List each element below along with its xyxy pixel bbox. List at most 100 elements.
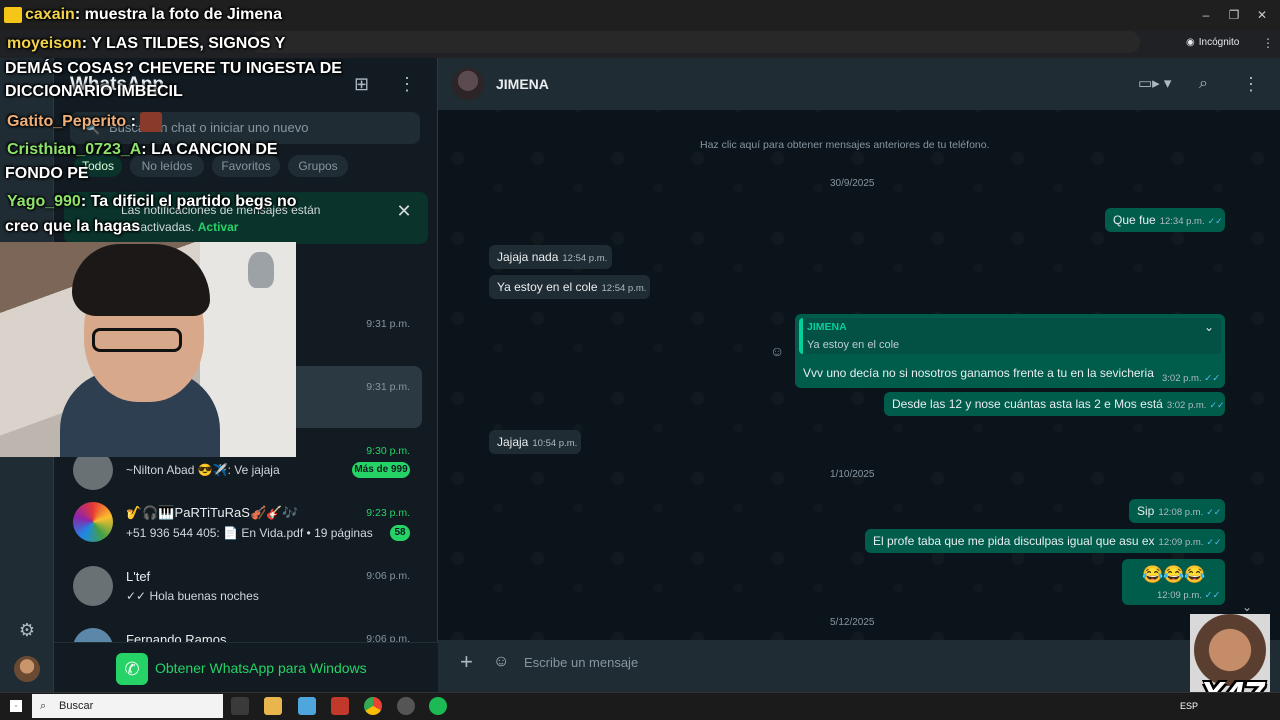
message-bubble-outgoing[interactable]: El profe taba que me pida disculpas igua… <box>865 529 1225 553</box>
stream-chat-line: caxain: muestra la foto de Jimena <box>25 6 282 24</box>
message-time: 12:54 p.m. <box>562 253 608 264</box>
message-text: Que fue <box>1113 213 1156 227</box>
address-bar[interactable] <box>250 31 1140 53</box>
chat-preview: +51 936 544 405: 📄 En Vida.pdf • 19 pági… <box>126 526 373 540</box>
message-text: Ya estoy en el cole <box>497 280 598 294</box>
minimize-icon[interactable]: – <box>1196 6 1216 24</box>
settings-icon[interactable]: ⚙ <box>17 620 37 640</box>
spotify-icon[interactable] <box>429 697 447 715</box>
message-bubble-incoming[interactable]: Ya estoy en el cole 12:54 p.m. <box>489 275 650 299</box>
message-time: 12:08 p.m. <box>1158 507 1204 518</box>
close-window-icon[interactable]: ✕ <box>1252 6 1272 24</box>
contact-avatar[interactable] <box>452 68 484 100</box>
message-text: Jajaja <box>497 435 529 449</box>
message-time: 3:02 p.m. ✓✓ <box>1162 373 1220 384</box>
chat-time: 9:30 p.m. <box>366 445 410 457</box>
chat-name: 🎷🎧🎹PaRTiTuRaS🎻🎸🎶 <box>126 505 299 520</box>
default-avatar-icon <box>73 566 113 606</box>
stream-chat-user: Yago_990 <box>7 193 81 210</box>
message-bubble-outgoing[interactable]: Sip 12:08 p.m. ✓✓ <box>1129 499 1225 523</box>
chat-time: 9:06 p.m. <box>366 633 410 642</box>
message-time: 12:54 p.m. <box>601 283 647 294</box>
chat-list-item[interactable]: 9:06 p.m. L'tef ✓✓ Hola buenas noches <box>56 564 422 626</box>
stream-chat-user: caxain <box>25 6 75 23</box>
contact-name[interactable]: JIMENA <box>496 76 549 92</box>
browser-menu-icon[interactable]: ⋮ <box>1258 34 1278 52</box>
message-text: El profe taba que me pida disculpas igua… <box>873 534 1155 548</box>
close-icon[interactable]: ✕ <box>396 202 412 220</box>
chat-time: 9:23 p.m. <box>366 507 410 519</box>
new-chat-icon[interactable]: ⊞ <box>354 75 374 93</box>
search-icon[interactable]: ⌕ <box>1199 75 1217 93</box>
read-ticks-icon: ✓✓ <box>1207 216 1223 226</box>
taskbar-search-label: Buscar <box>59 700 94 712</box>
get-whatsapp-link[interactable]: Obtener WhatsApp para Windows <box>155 660 367 676</box>
message-text: 😂😂😂 <box>1142 565 1206 584</box>
message-time: 3:02 p.m. <box>1166 400 1207 411</box>
obs-icon[interactable] <box>397 697 415 715</box>
message-input[interactable]: Escribe un mensaje <box>524 655 638 670</box>
read-ticks-icon: ✓✓ <box>1204 373 1221 384</box>
stream-chat-line: DICCIONARIO IMBECIL <box>5 83 183 100</box>
message-bubble-incoming[interactable]: Jajaja nada 12:54 p.m. <box>489 245 612 269</box>
whatsapp-logo-icon[interactable]: ✆ <box>116 653 148 685</box>
menu-icon[interactable]: ⋮ <box>398 74 416 94</box>
message-time-value: 3:02 p.m. <box>1162 373 1202 384</box>
read-ticks-icon: ✓✓ <box>1206 537 1222 547</box>
chat-name: Fernando Ramos <box>126 632 227 642</box>
profile-avatar[interactable] <box>14 656 40 682</box>
plus-icon[interactable]: + <box>460 651 478 673</box>
message-text: Desde las 12 y nose cuántas asta las 2 e… <box>892 397 1163 411</box>
message-time-value: 12:09 p.m. <box>1157 590 1202 601</box>
chat-preview: ~Nilton Abad 😎✈️: Ve jajaja <box>126 463 280 477</box>
chat-time: 9:31 p.m. <box>366 381 410 393</box>
chevron-down-icon[interactable]: ⌄ <box>1204 321 1218 333</box>
message-time: 12:09 p.m. <box>1158 537 1204 548</box>
incognito-icon: ◉ <box>1186 37 1195 48</box>
video-call-icon[interactable]: ▭▸ ▾ <box>1138 75 1174 93</box>
read-ticks-icon: ✓✓ <box>1209 400 1225 410</box>
chat-list-item[interactable]: 9:23 p.m. 🎷🎧🎹PaRTiTuRaS🎻🎸🎶 +51 936 544 4… <box>56 502 422 564</box>
read-ticks-icon: ✓✓ <box>1204 590 1221 601</box>
incognito-label: Incógnito <box>1198 37 1240 48</box>
sticker-icon[interactable]: ☺ <box>493 652 511 672</box>
task-view-icon[interactable] <box>231 697 249 715</box>
stream-chat-line: FONDO PE <box>5 165 89 182</box>
message-time: 12:09 p.m. ✓✓ <box>1157 590 1220 601</box>
unread-badge: 58 <box>390 525 410 541</box>
language-indicator[interactable]: ESP <box>1180 701 1198 711</box>
quote-text: Ya estoy en el cole <box>807 339 900 351</box>
chat-time: 9:31 p.m. <box>366 318 410 330</box>
load-older-messages-link[interactable]: Haz clic aquí para obtener mensajes ante… <box>700 139 990 151</box>
message-bubble-outgoing[interactable]: Que fue 12:34 p.m. ✓✓ <box>1105 208 1225 232</box>
app-icon[interactable] <box>331 697 349 715</box>
message-text: Vvv uno decía no si nosotros ganamos fre… <box>803 366 1154 380</box>
scroll-down-icon[interactable]: ⌄ <box>1242 600 1260 614</box>
file-explorer-icon[interactable] <box>264 697 282 715</box>
search-icon: ⌕ <box>40 700 47 712</box>
stream-chat-line: Yago_990: Ta dificil el partido begs no <box>7 193 297 211</box>
unread-badge: Más de 999 <box>352 462 410 478</box>
stream-chat-line: DEMÁS COSAS? CHEVERE TU INGESTA DE <box>5 60 342 77</box>
windows-start-icon[interactable] <box>10 700 22 712</box>
filter-groups[interactable]: Grupos <box>288 155 348 177</box>
message-bubble-outgoing[interactable]: Desde las 12 y nose cuántas asta las 2 e… <box>884 392 1225 416</box>
chat-preview: ✓✓ Hola buenas noches <box>126 589 259 603</box>
date-separator: 1/10/2025 <box>830 469 875 480</box>
emoji-reaction-icon[interactable]: ☺ <box>770 343 786 359</box>
stream-chat-user: Gatito_Peperito <box>7 113 127 131</box>
incognito-badge[interactable]: ◉ Incógnito <box>1186 34 1239 51</box>
app-icon[interactable] <box>298 697 316 715</box>
webcam-person-glasses <box>92 328 182 352</box>
date-separator: 5/12/2025 <box>830 617 875 628</box>
stream-chat-line: creo que la hagas <box>5 218 141 235</box>
message-text: Sip <box>1137 504 1155 518</box>
message-bubble-incoming[interactable]: Jajaja 10:54 p.m. <box>489 430 581 454</box>
chrome-icon[interactable] <box>364 697 382 715</box>
enable-notifications-link[interactable]: Activar <box>198 220 239 234</box>
stream-chat-line: moyeison: Y LAS TILDES, SIGNOS Y <box>7 35 285 53</box>
message-time: 12:34 p.m. <box>1159 216 1205 227</box>
chat-list-item[interactable]: 9:06 p.m. Fernando Ramos <box>56 624 422 642</box>
menu-icon[interactable]: ⋮ <box>1242 74 1260 94</box>
maximize-icon[interactable]: ❐ <box>1224 6 1244 24</box>
